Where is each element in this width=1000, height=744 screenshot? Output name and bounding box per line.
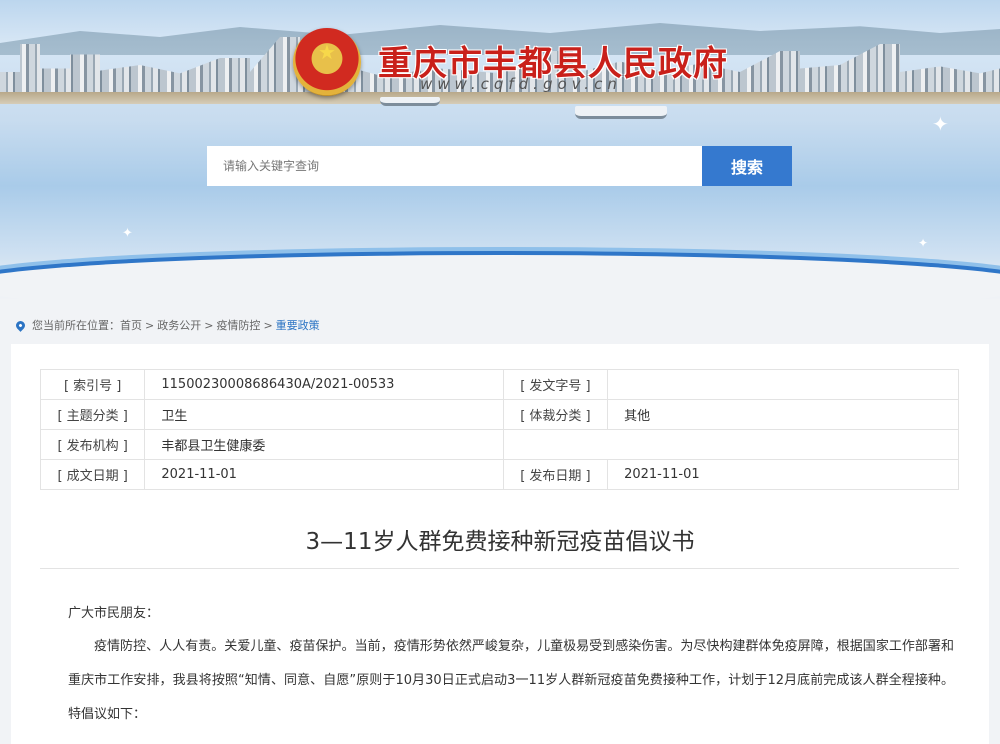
search-input[interactable]	[207, 146, 702, 186]
meta-value	[607, 369, 959, 400]
breadcrumb-separator: >	[263, 318, 273, 332]
meta-label: [ 体裁分类 ]	[502, 399, 609, 430]
search-button[interactable]: 搜索	[702, 146, 792, 186]
title-divider	[40, 568, 959, 569]
meta-label: [ 发布日期 ]	[502, 459, 609, 490]
content-card: [ 索引号 ] 11500230008686430A/2021-00533 [ …	[11, 344, 989, 744]
national-emblem-icon: ★	[293, 28, 361, 96]
breadcrumb-prefix: 您当前所在位置：	[32, 319, 120, 332]
meta-value: 2021-11-01	[607, 459, 959, 490]
bird-icon: ✦	[932, 112, 949, 136]
location-pin-icon	[14, 318, 27, 332]
meta-empty-cell	[502, 429, 960, 460]
bird-icon: ✦	[918, 236, 929, 250]
breadcrumb-separator: >	[204, 318, 214, 332]
article-salutation: 广大市民朋友：	[68, 606, 160, 621]
banner-wave	[0, 255, 1000, 300]
meta-value: 其他	[607, 399, 959, 430]
breadcrumb-key-policies[interactable]: 重要政策	[276, 317, 320, 333]
meta-value: 11500230008686430A/2021-00533	[144, 369, 504, 400]
header-banner: ✦ ✦ ✦ ✦ ★ 重庆市丰都县人民政府 www.cqfd.gov.cn 搜索	[0, 0, 1000, 300]
breadcrumb-separator: >	[145, 318, 155, 332]
article-title: 3—11岁人群免费接种新冠疫苗倡议书	[305, 529, 695, 555]
article-paragraph: 疫情防控、人人有责。关爱儿童、疫苗保护。当前，疫情形势依然严峻复杂，儿童极易受到…	[68, 639, 954, 722]
table-row: [ 索引号 ] 11500230008686430A/2021-00533 [ …	[39, 369, 959, 400]
meta-label: [ 主题分类 ]	[39, 399, 146, 430]
meta-label: [ 索引号 ]	[39, 369, 146, 400]
breadcrumb-epidemic-control[interactable]: 疫情防控	[216, 317, 260, 333]
meta-label: [ 发布机构 ]	[39, 429, 146, 460]
breadcrumb: 您当前所在位置： 首页 > 政务公开 > 疫情防控 > 重要政策	[14, 317, 320, 333]
table-row: [ 主题分类 ] 卫生 [ 体裁分类 ] 其他	[39, 399, 959, 430]
site-domain: www.cqfd.gov.cn	[420, 75, 622, 93]
meta-label: [ 发文字号 ]	[502, 369, 609, 400]
banner-boat	[575, 106, 667, 119]
banner-shore	[0, 92, 1000, 104]
meta-value: 卫生	[144, 399, 504, 430]
breadcrumb-gov-affairs[interactable]: 政务公开	[157, 317, 201, 333]
meta-label: [ 成文日期 ]	[39, 459, 146, 490]
meta-value: 丰都县卫生健康委	[144, 429, 504, 460]
bird-icon: ✦	[122, 226, 133, 241]
meta-value: 2021-11-01	[144, 459, 504, 490]
table-row: [ 发布机构 ] 丰都县卫生健康委	[39, 429, 960, 460]
table-row: [ 成文日期 ] 2021-11-01 [ 发布日期 ] 2021-11-01	[39, 459, 959, 490]
document-meta-table: [ 索引号 ] 11500230008686430A/2021-00533 [ …	[39, 369, 960, 490]
breadcrumb-home[interactable]: 首页	[120, 317, 142, 333]
banner-boat	[380, 97, 440, 106]
